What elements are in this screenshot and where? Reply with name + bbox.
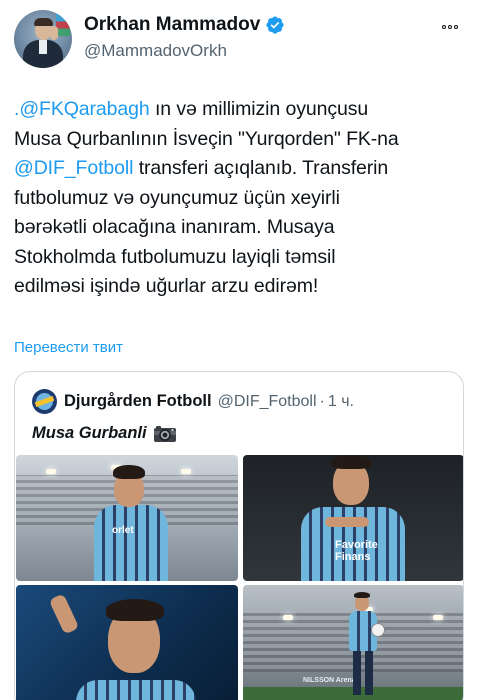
quoted-tweet-text: Musa Gurbanli (32, 424, 177, 443)
tweet-line: Stokholmda futbolumuzu layiqli təmsil (14, 245, 336, 268)
tweet-line: .@FKQarabagh ın və millimizin oyunçusu (14, 95, 469, 125)
tweet-text-segment: transferi açıqlanıb. Transferin (133, 157, 389, 179)
media-photo-2[interactable]: Favorite Finans (243, 455, 463, 581)
club-logo-icon[interactable] (32, 389, 57, 414)
author-display-name[interactable]: Orkhan Mammadov (84, 14, 260, 36)
author-avatar[interactable] (14, 10, 72, 68)
quoted-timestamp[interactable]: 1 ч. (328, 393, 354, 411)
camera-icon (153, 425, 176, 442)
mention-dif-fotboll-link[interactable]: @DIF_Fotboll (14, 157, 133, 179)
quoted-handle[interactable]: @DIF_Fotboll (218, 393, 317, 411)
translate-tweet-link[interactable]: Перевести твит (14, 339, 123, 356)
media-photo-3[interactable] (16, 585, 238, 700)
tweet-header: Orkhan Mammadov @MammadovOrkh (14, 10, 465, 70)
tweet-line: bərəkətli olacağına inanıram. Musaya (14, 216, 335, 238)
quoted-text-label: Musa Gurbanli (32, 424, 147, 442)
tweet-text-segment: ın və millimizin oyunçusu (149, 98, 369, 120)
quoted-tweet-card[interactable]: Djurgården Fotboll @DIF_Fotboll · 1 ч. M… (14, 371, 464, 700)
mention-fkqarabagh-link[interactable]: .@FKQarabagh (14, 98, 150, 120)
photo-sponsor-text: Favorite Finans (335, 539, 378, 563)
separator-dot: · (319, 392, 325, 410)
media-photo-4[interactable]: NILSSON Arena (243, 585, 463, 700)
quoted-tweet-header: Djurgården Fotboll @DIF_Fotboll · 1 ч. (32, 389, 354, 414)
tweet-line: edilməsi işində uğurlar arzu edirəm! (14, 275, 319, 297)
more-options-icon[interactable] (439, 16, 461, 38)
tweet-line: Musa Qurbanlının İsveçin "Yurqorden" FK-… (14, 127, 399, 150)
photo-sponsor-text: orlet (112, 525, 134, 536)
verified-badge-icon (266, 16, 284, 34)
tweet-line: futbolumuz və oyunçumuz üçün xeyirli (14, 186, 340, 209)
author-name-row: Orkhan Mammadov (84, 14, 285, 36)
media-photo-1[interactable]: orlet (16, 455, 238, 581)
author-handle[interactable]: @MammadovOrkh (84, 41, 227, 61)
tweet-line: @DIF_Fotboll transferi açıqlanıb. Transf… (14, 154, 469, 184)
tweet-body: .@FKQarabagh ın və millimizin oyunçusu M… (14, 95, 469, 302)
quoted-display-name[interactable]: Djurgården Fotboll (64, 392, 212, 411)
